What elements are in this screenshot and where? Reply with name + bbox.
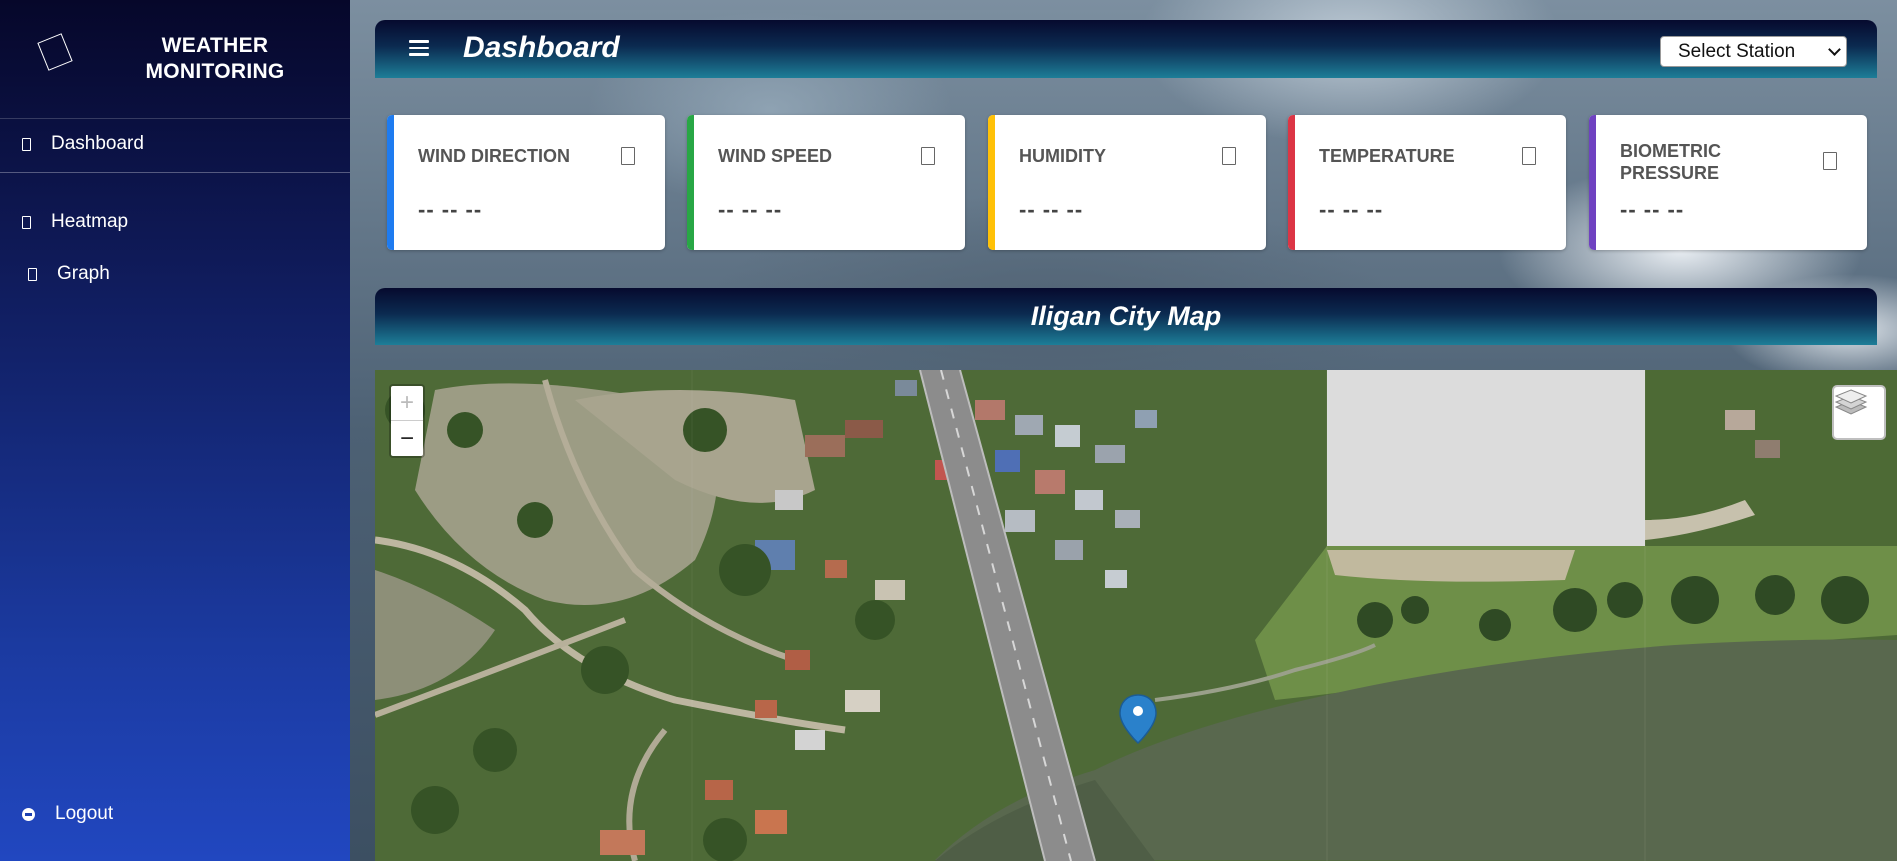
sidebar-item-label: Heatmap: [51, 211, 129, 232]
brand-title-line2: MONITORING: [145, 60, 285, 83]
card-accent: [387, 115, 394, 250]
card-value: -- -- --: [718, 197, 783, 222]
map-view[interactable]: + −: [375, 370, 1897, 861]
logout-label: Logout: [55, 803, 114, 824]
card-value: -- -- --: [418, 197, 483, 222]
card-label: WIND DIRECTION: [418, 146, 570, 166]
zoom-in-button[interactable]: +: [391, 386, 423, 421]
card-biometric-pressure: BIOMETRIC PRESSURE -- -- --: [1589, 115, 1867, 250]
card-humidity: HUMIDITY -- -- --: [988, 115, 1266, 250]
card-accent: [988, 115, 995, 250]
hamburger-menu-icon[interactable]: [409, 40, 429, 56]
logo-icon: [37, 33, 73, 71]
zoom-control: + −: [389, 384, 425, 458]
logout-button[interactable]: Logout: [22, 803, 113, 825]
card-label: WIND SPEED: [718, 146, 833, 166]
sidebar: WEATHER MONITORING Dashboard Heatmap Gra…: [0, 0, 350, 861]
graph-icon: [28, 267, 37, 281]
top-bar: Dashboard Select Station: [375, 20, 1877, 78]
card-label: HUMIDITY: [1019, 146, 1106, 166]
station-select[interactable]: Select Station: [1660, 36, 1847, 67]
chevron-down-icon: [1828, 43, 1841, 56]
sidebar-item-dashboard[interactable]: Dashboard: [22, 133, 144, 155]
wind-direction-icon: [621, 147, 635, 165]
page-title: Dashboard: [463, 31, 620, 64]
pressure-icon: [1823, 152, 1837, 170]
logout-icon: [22, 807, 35, 821]
card-accent: [687, 115, 694, 250]
brand: WEATHER MONITORING: [0, 0, 350, 119]
card-accent: [1288, 115, 1295, 250]
map-header: Iligan City Map: [375, 288, 1877, 345]
heatmap-icon: [22, 215, 31, 229]
card-label-line2: PRESSURE: [1620, 163, 1720, 183]
layers-icon: [1834, 389, 1868, 415]
card-label-line1: BIOMETRIC: [1620, 141, 1721, 161]
card-value: -- -- --: [1620, 197, 1685, 222]
zoom-out-button[interactable]: −: [391, 421, 423, 456]
sidebar-item-label: Dashboard: [51, 133, 144, 154]
satellite-imagery: [375, 370, 1897, 861]
sidebar-item-label: Graph: [57, 263, 110, 284]
station-select-value: Select Station: [1678, 40, 1796, 62]
card-wind-direction: WIND DIRECTION -- -- --: [387, 115, 665, 250]
wind-speed-icon: [921, 147, 935, 165]
card-temperature: TEMPERATURE -- -- --: [1288, 115, 1566, 250]
card-label: BIOMETRIC PRESSURE: [1620, 140, 1721, 184]
sidebar-item-graph[interactable]: Graph: [28, 263, 110, 285]
layers-button[interactable]: [1832, 385, 1886, 440]
divider: [0, 172, 350, 173]
dashboard-icon: [22, 137, 31, 151]
map-title: Iligan City Map: [1030, 301, 1222, 331]
humidity-icon: [1222, 147, 1236, 165]
card-value: -- -- --: [1319, 197, 1384, 222]
card-accent: [1589, 115, 1596, 250]
card-wind-speed: WIND SPEED -- -- --: [687, 115, 965, 250]
card-value: -- -- --: [1019, 197, 1084, 222]
card-label: TEMPERATURE: [1319, 146, 1455, 166]
brand-title: WEATHER MONITORING: [130, 33, 300, 85]
temperature-icon: [1522, 147, 1536, 165]
brand-title-line1: WEATHER: [161, 34, 269, 57]
sidebar-item-heatmap[interactable]: Heatmap: [22, 211, 128, 233]
